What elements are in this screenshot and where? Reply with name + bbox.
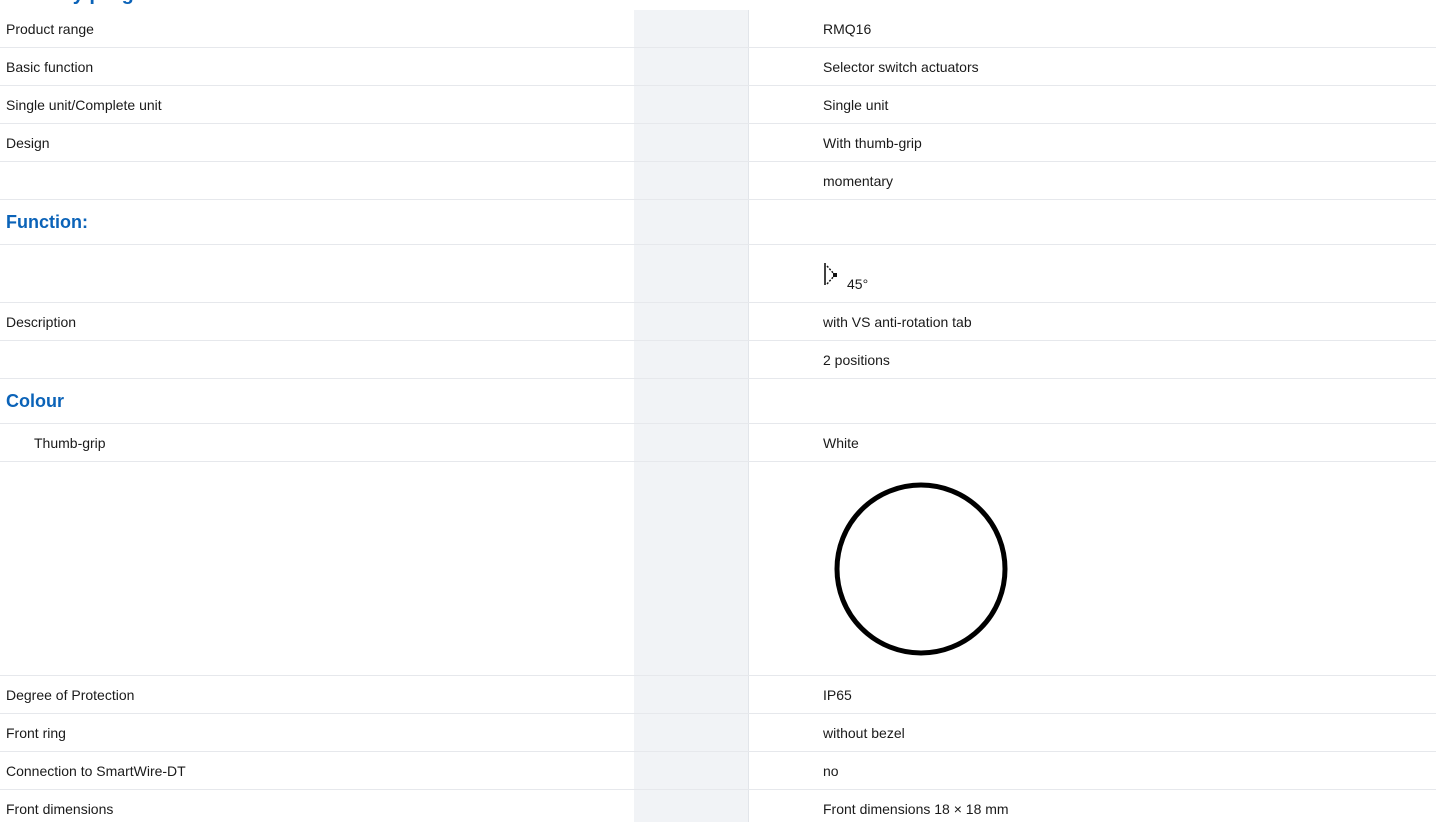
group-heading-function: Function: (6, 211, 88, 232)
spec-value-front-dimensions: Front dimensions 18 × 18 mm (823, 800, 1009, 817)
table-row-group-header: Function: (0, 199, 1436, 245)
table-row (0, 461, 1436, 676)
spec-label-front-ring: Front ring (6, 724, 66, 741)
spec-value-product-range: RMQ16 (823, 20, 872, 37)
spec-table: Product range RMQ16 Basic function Selec… (0, 10, 1436, 822)
table-row-group-header: Colour (0, 378, 1436, 424)
spec-value-positions: 2 positions (823, 351, 890, 368)
function-angle: 45° (847, 276, 869, 292)
spec-value-front-ring: without bezel (823, 724, 905, 741)
spec-value-design: With thumb-grip (823, 134, 922, 151)
table-row: Degree of Protection IP65 (0, 675, 1436, 714)
spec-sheet-page: Delivery program Product range RMQ16 Bas… (0, 0, 1436, 822)
table-row: Basic function Selector switch actuators (0, 47, 1436, 86)
table-row: Product range RMQ16 (0, 10, 1436, 48)
table-row: Thumb-grip White (0, 423, 1436, 462)
spec-label-thumb-grip: Thumb-grip (34, 434, 106, 451)
spec-value-thumb-grip-colour: White (823, 434, 859, 451)
spec-label-description: Description (6, 313, 77, 330)
group-heading-colour: Colour (6, 390, 64, 411)
spec-label-single-complete: Single unit/Complete unit (6, 96, 162, 113)
table-row: Design With thumb-grip (0, 123, 1436, 162)
table-row: Front dimensions Front dimensions 18 × 1… (0, 789, 1436, 822)
spec-label-product-range: Product range (6, 20, 94, 37)
table-row: Description with VS anti-rotation tab (0, 302, 1436, 341)
function-symbol: 45° (823, 256, 868, 292)
spec-value-smartwire: no (823, 762, 839, 779)
spec-value-degree-protection: IP65 (823, 686, 852, 703)
spec-label-degree-protection: Degree of Protection (6, 686, 135, 703)
spec-value-single-complete: Single unit (823, 96, 889, 113)
spec-label-basic-function: Basic function (6, 58, 94, 75)
spec-value-basic-function: Selector switch actuators (823, 58, 979, 75)
spec-label-front-dimensions: Front dimensions (6, 800, 114, 817)
selector-switch-45-symbol-icon (824, 263, 837, 285)
table-row: Connection to SmartWire-DT no (0, 751, 1436, 790)
spec-label-smartwire: Connection to SmartWire-DT (6, 762, 186, 779)
white-colour-swatch-icon (834, 482, 1008, 655)
colour-swatch (823, 479, 1436, 659)
table-row: 2 positions (0, 340, 1436, 379)
table-row: 45° (0, 244, 1436, 303)
spec-value-description: with VS anti-rotation tab (823, 313, 972, 330)
spec-label-design: Design (6, 134, 50, 151)
section-title: Delivery program (6, 0, 171, 8)
table-row: Single unit/Complete unit Single unit (0, 85, 1436, 124)
table-row: momentary (0, 161, 1436, 200)
spec-value-design-momentary: momentary (823, 172, 894, 189)
table-row: Front ring without bezel (0, 713, 1436, 752)
